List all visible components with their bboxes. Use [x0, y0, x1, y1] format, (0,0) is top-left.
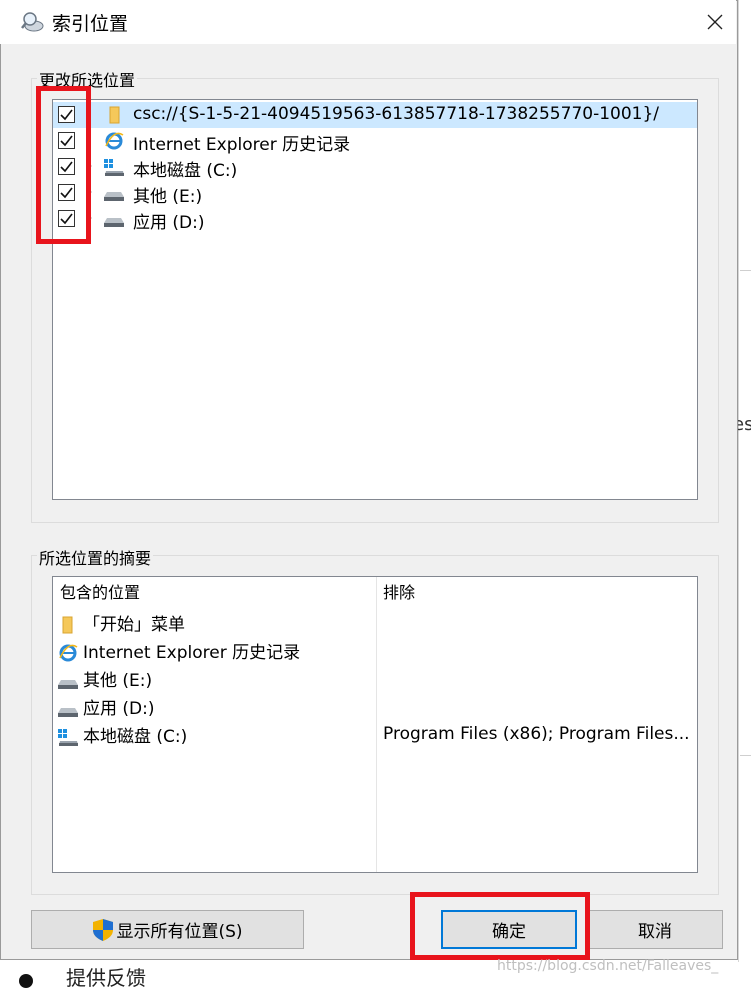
tree-row-label: csc://{S-1-5-21-4094519563-613857718-173… — [133, 104, 660, 124]
tree-row-drive-e[interactable]: 其他 (E:) — [53, 180, 697, 207]
summary-location: 应用 (D:) — [83, 699, 155, 719]
summary-list[interactable]: 包含的位置 排除 「开始」菜单 Internet Explorer 历史记录 其… — [52, 576, 698, 873]
location-tree[interactable]: csc://{S-1-5-21-4094519563-613857718-173… — [52, 99, 698, 500]
tree-row-csc[interactable]: csc://{S-1-5-21-4094519563-613857718-173… — [53, 102, 697, 128]
feedback-link[interactable]: 提供反馈 — [66, 962, 146, 991]
summary-row[interactable]: 其他 (E:) — [57, 666, 152, 692]
tree-row-label: Internet Explorer 历史记录 — [133, 135, 351, 155]
summary-row[interactable]: 本地磁盘 (C:) — [57, 722, 187, 748]
checkbox-highlight-box — [36, 86, 91, 244]
column-header-exclude[interactable]: 排除 — [376, 577, 698, 609]
background-divider — [740, 270, 751, 271]
uac-shield-icon — [93, 918, 114, 941]
search-index-icon — [21, 12, 44, 32]
summary-location: 其他 (E:) — [83, 671, 153, 691]
tree-row-label: 本地磁盘 (C:) — [133, 161, 238, 181]
windows-drive-icon — [104, 159, 124, 176]
summary-exclude: Program Files (x86); Program Files... — [383, 724, 690, 744]
drive-icon — [58, 680, 78, 689]
tree-row-label: 应用 (D:) — [133, 213, 205, 233]
show-all-locations-label: 显示所有位置(S) — [116, 922, 243, 942]
summary-location: Internet Explorer 历史记录 — [83, 643, 301, 663]
drive-icon — [104, 192, 124, 201]
close-button[interactable] — [696, 4, 734, 40]
summary-row[interactable]: 应用 (D:) — [57, 694, 155, 720]
summary-title: 所选位置的摘要 — [37, 545, 154, 569]
show-all-locations-button[interactable]: 显示所有位置(S) — [31, 910, 304, 949]
background-window-edge — [738, 0, 751, 986]
watermark: https://blog.csdn.net/Falleaves_ — [497, 958, 719, 974]
background-divider — [740, 755, 751, 756]
ie-icon — [105, 132, 124, 150]
summary-row[interactable]: Internet Explorer 历史记录 — [57, 638, 300, 664]
tree-row-label: 其他 (E:) — [133, 187, 203, 207]
tree-row-drive-c[interactable]: 本地磁盘 (C:) — [53, 154, 697, 181]
tree-row-ie-history[interactable]: Internet Explorer 历史记录 — [53, 128, 697, 155]
window-title: 索引位置 — [52, 13, 129, 35]
ok-highlight-box — [410, 892, 590, 960]
tree-row-drive-d[interactable]: 应用 (D:) — [53, 206, 697, 233]
folder-icon — [62, 616, 73, 634]
close-icon — [707, 14, 723, 30]
ie-icon — [59, 644, 78, 662]
cancel-button[interactable]: 取消 — [587, 910, 723, 949]
windows-drive-icon — [58, 729, 78, 746]
drive-icon — [58, 708, 78, 717]
summary-location: 「开始」菜单 — [83, 615, 185, 635]
cancel-label: 取消 — [638, 922, 672, 942]
folder-icon — [109, 106, 120, 124]
column-divider — [376, 577, 377, 872]
column-header-included[interactable]: 包含的位置 — [53, 577, 376, 609]
drive-icon — [104, 218, 124, 227]
summary-location: 本地磁盘 (C:) — [83, 727, 188, 747]
summary-row[interactable]: 「开始」菜单 — [57, 610, 185, 636]
